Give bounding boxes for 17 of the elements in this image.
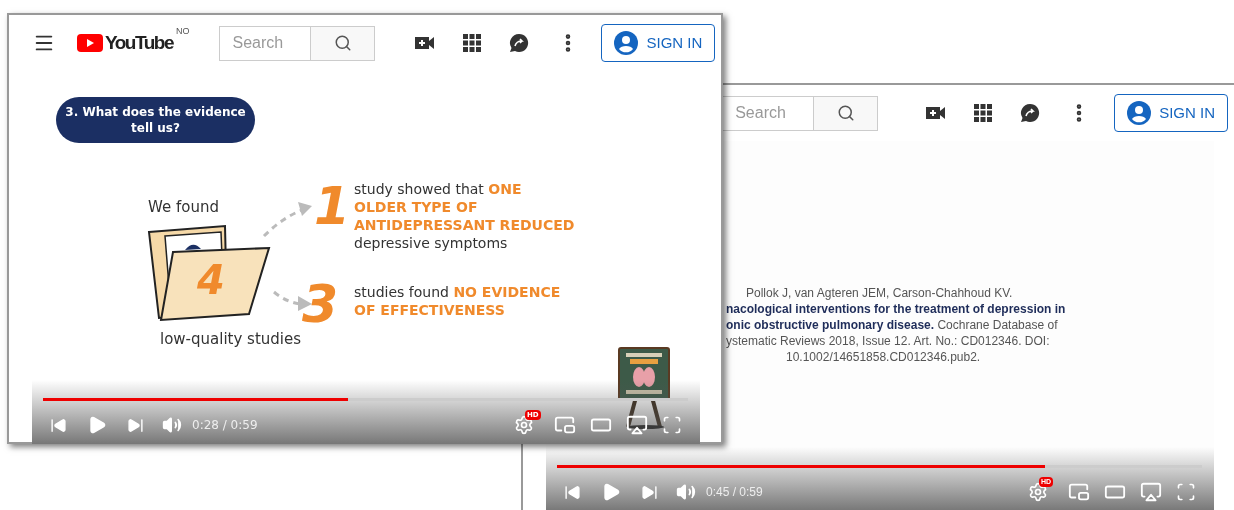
folder-count: 4 xyxy=(197,260,225,300)
finding-text: study showed that ONE OLDER TYPE OF ANTIDEPRESSANT REDUCED depressive symptoms xyxy=(354,180,575,252)
sign-in-button[interactable]: SIGN IN xyxy=(1114,94,1228,132)
logo-text[interactable]: YouTube xyxy=(105,28,173,58)
country-code: NO xyxy=(175,24,190,38)
slide-heading: 3. What does the evidence tell us? xyxy=(56,97,255,143)
intro-text: We found xyxy=(148,197,219,218)
caption-text: low-quality studies xyxy=(160,329,302,350)
time-display: 0:45 / 0:59 xyxy=(706,484,763,501)
sign-in-button[interactable]: SIGN IN xyxy=(601,24,716,62)
finding-text: studies found NO EVIDENCE OF EFFECTIVENESS xyxy=(354,283,561,319)
search-field[interactable]: Search xyxy=(219,25,312,61)
search-field[interactable]: Search xyxy=(722,95,815,131)
time-display: 0:28 / 0:59 xyxy=(192,417,258,434)
citation-text: Pollok J, van Agteren JEM, Carson-Chahhoud KV. nacological interventions for the treatment of depression in onic obstructive pulmonary disease. Cochrane Database of ystematic Reviews 2018, Issue 12. Art. No.: CD012346. DOI: 10.1002/14651858.CD012346.pub2. xyxy=(725,285,1066,365)
finding-number: 3 xyxy=(302,278,339,330)
finding-number: 1 xyxy=(314,180,351,232)
